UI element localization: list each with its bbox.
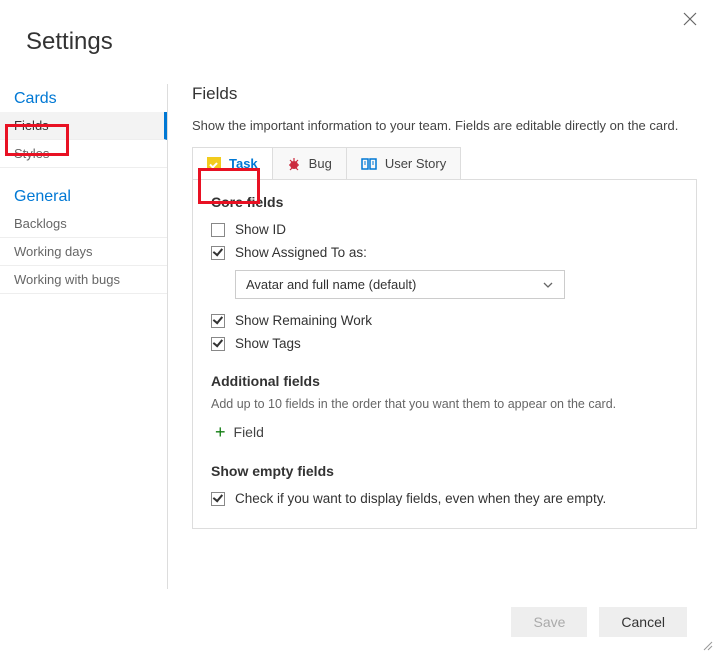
- show-tags-row: Show Tags: [211, 332, 678, 355]
- task-icon: [207, 157, 221, 171]
- add-field-label: Field: [234, 424, 264, 440]
- sidebar-item-label: Styles: [14, 146, 49, 161]
- sidebar-heading-general: General: [0, 182, 167, 210]
- tab-user-story[interactable]: User Story: [347, 148, 460, 179]
- show-remaining-label: Show Remaining Work: [235, 313, 372, 328]
- bug-icon: [287, 157, 301, 171]
- tab-bug[interactable]: Bug: [273, 148, 347, 179]
- show-assigned-row: Show Assigned To as:: [211, 241, 678, 264]
- save-button[interactable]: Save: [511, 607, 587, 637]
- show-id-row: Show ID: [211, 218, 678, 241]
- show-remaining-checkbox[interactable]: [211, 314, 225, 328]
- empty-fields-label: Check if you want to display fields, eve…: [235, 491, 606, 506]
- core-fields-title: Core fields: [211, 194, 678, 210]
- sidebar-item-label: Working with bugs: [14, 272, 120, 287]
- tab-label: Task: [229, 156, 258, 171]
- resize-grip-icon[interactable]: [701, 639, 715, 653]
- main-heading: Fields: [192, 84, 697, 104]
- empty-fields-row: Check if you want to display fields, eve…: [211, 487, 678, 510]
- sidebar-heading-cards: Cards: [0, 84, 167, 112]
- empty-fields-title: Show empty fields: [211, 463, 678, 479]
- sidebar-item-label: Working days: [14, 244, 93, 259]
- show-assigned-label: Show Assigned To as:: [235, 245, 367, 260]
- show-assigned-checkbox[interactable]: [211, 246, 225, 260]
- additional-fields-subtext: Add up to 10 fields in the order that yo…: [211, 397, 678, 411]
- dropdown-value: Avatar and full name (default): [246, 277, 416, 292]
- empty-fields-checkbox[interactable]: [211, 492, 225, 506]
- main-content: Fields Show the important information to…: [168, 84, 717, 589]
- tab-label: Bug: [309, 156, 332, 171]
- footer: Save Cancel: [511, 607, 687, 637]
- assigned-dropdown[interactable]: Avatar and full name (default): [235, 270, 565, 299]
- tabs: Task Bug User Story: [192, 147, 461, 179]
- sidebar-item-label: Backlogs: [14, 216, 67, 231]
- sidebar: Cards Fields Styles General Backlogs Wor…: [0, 84, 168, 589]
- sidebar-item-backlogs[interactable]: Backlogs: [0, 210, 167, 238]
- chevron-down-icon: [542, 279, 554, 291]
- show-remaining-row: Show Remaining Work: [211, 309, 678, 332]
- settings-panel: Core fields Show ID Show Assigned To as:…: [192, 179, 697, 529]
- sidebar-item-working-with-bugs[interactable]: Working with bugs: [0, 266, 167, 294]
- show-id-checkbox[interactable]: [211, 223, 225, 237]
- plus-icon: +: [215, 423, 226, 441]
- add-field-button[interactable]: + Field: [211, 419, 264, 445]
- additional-fields-title: Additional fields: [211, 373, 678, 389]
- show-tags-checkbox[interactable]: [211, 337, 225, 351]
- tab-task[interactable]: Task: [193, 148, 273, 179]
- close-icon[interactable]: [683, 12, 697, 30]
- cancel-button[interactable]: Cancel: [599, 607, 687, 637]
- show-id-label: Show ID: [235, 222, 286, 237]
- sidebar-item-working-days[interactable]: Working days: [0, 238, 167, 266]
- page-title: Settings: [0, 0, 717, 56]
- tab-label: User Story: [385, 156, 446, 171]
- sidebar-item-fields[interactable]: Fields: [0, 112, 167, 140]
- sidebar-item-label: Fields: [14, 118, 49, 133]
- story-icon: [361, 157, 377, 171]
- main-description: Show the important information to your t…: [192, 118, 697, 133]
- show-tags-label: Show Tags: [235, 336, 301, 351]
- sidebar-item-styles[interactable]: Styles: [0, 140, 167, 168]
